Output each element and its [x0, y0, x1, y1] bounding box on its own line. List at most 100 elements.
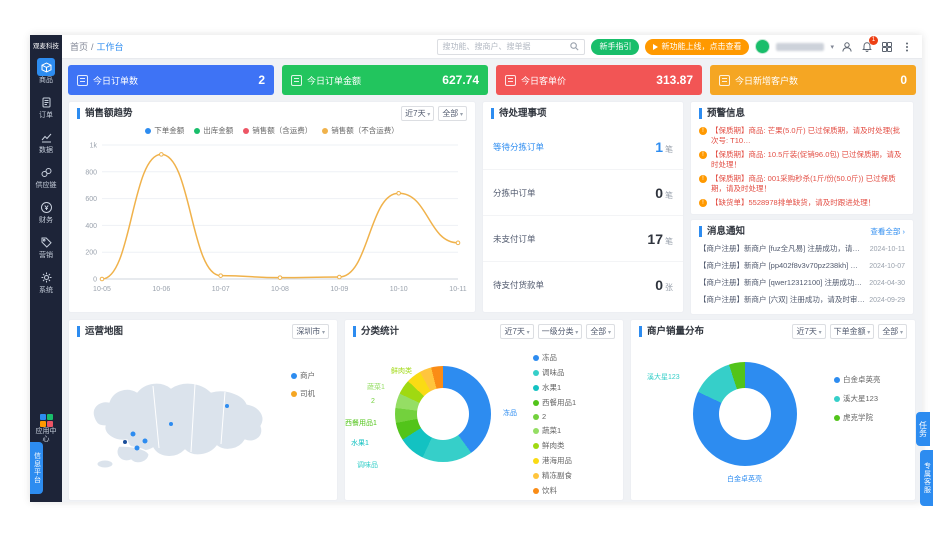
sidebar-item-label: 订单	[33, 112, 59, 120]
legend-item[interactable]: 销售额（含运费）	[243, 125, 312, 136]
breadcrumb-home[interactable]: 首页	[70, 40, 88, 53]
merchant-metric-select[interactable]: 下单金额	[830, 324, 875, 339]
customer-service-tab[interactable]: 专属客服	[920, 450, 933, 506]
trend-range-select[interactable]: 近7天	[401, 106, 434, 121]
kpi-card-new-customers[interactable]: 今日新增客户数 0	[710, 65, 916, 95]
legend-item[interactable]: 2	[533, 412, 576, 421]
apps-icon[interactable]	[880, 40, 894, 54]
avatar[interactable]	[755, 39, 770, 54]
panel-title: 分类统计	[353, 326, 399, 337]
user-icon[interactable]	[840, 40, 854, 54]
legend-item[interactable]: 白金卓英亮	[834, 374, 881, 385]
legend-item[interactable]: 出库金额	[194, 125, 233, 136]
pending-row-sorting[interactable]: 分拣中订单 0笔	[483, 170, 683, 216]
warning-item[interactable]: 【保质期】商品: 001采购秒杀(1斤/份(50.0斤)) 已过保质期，请及时处…	[699, 174, 905, 194]
category-range-select[interactable]: 近7天	[500, 324, 533, 339]
svg-text:10-08: 10-08	[271, 286, 289, 293]
pending-row-sorting-wait[interactable]: 等待分拣订单 1笔	[483, 124, 683, 170]
merchant-scope-select[interactable]: 全部	[878, 324, 907, 339]
sidebar-item-finance[interactable]: 财务	[30, 198, 62, 225]
kpi-icon	[77, 75, 88, 86]
sidebar-item-data[interactable]: 数据	[30, 128, 62, 155]
donut-label: 冻品	[503, 408, 517, 418]
legend-item[interactable]: 鲜肉类	[533, 440, 576, 451]
svg-text:600: 600	[85, 196, 97, 203]
warning-item[interactable]: 【保质期】商品: 10.5斤装(促销96.0包) 已过保质期，请及时处理！	[699, 150, 905, 170]
kpi-label: 今日订单数	[93, 74, 138, 87]
merchant-donut	[693, 362, 797, 466]
legend-item[interactable]: 蔬菜1	[533, 425, 576, 436]
category-scope-select[interactable]: 全部	[586, 324, 615, 339]
kpi-label: 今日订单金额	[307, 74, 361, 87]
chevron-down-icon[interactable]: ▾	[830, 43, 834, 51]
legend-item[interactable]: 商户	[291, 370, 315, 381]
sidebar-item-supply-chain[interactable]: 供应链	[30, 163, 62, 190]
box-icon	[37, 58, 55, 76]
sidebar-item-label: 财务	[33, 217, 59, 225]
kpi-label: 今日新增客户数	[735, 74, 798, 87]
search-icon[interactable]	[569, 41, 580, 52]
legend-item[interactable]: 饮料	[533, 485, 576, 496]
pending-row-unpaid[interactable]: 未支付订单 17笔	[483, 216, 683, 262]
legend-item[interactable]: 精冻副食	[533, 470, 576, 481]
task-float-button[interactable]: 任务	[916, 412, 930, 446]
more-icon[interactable]	[900, 40, 914, 54]
view-all-link[interactable]: 查看全部 ›	[870, 226, 905, 237]
panel-title: 运营地图	[77, 326, 123, 337]
warnings-panel: 预警信息 【保质期】商品: 芒果(5.0斤) 已过保质期，请及时处理(批次号: …	[690, 101, 914, 215]
legend-item[interactable]: 水果1	[533, 382, 576, 393]
message-item[interactable]: 【商户注册】新商户 [pp402f8v3v70pz238kh] 注册成功，请及……	[699, 261, 905, 272]
legend-item[interactable]: 销售额（不含运费）	[322, 125, 399, 136]
legend-item[interactable]: 下单金额	[145, 125, 184, 136]
map-legend: 商户 司机	[291, 370, 315, 399]
breadcrumb-current[interactable]: 工作台	[97, 40, 124, 53]
kpi-value: 627.74	[442, 73, 479, 87]
kpi-card-order-amount[interactable]: 今日订单金额 627.74	[282, 65, 488, 95]
user-name-blurred	[776, 43, 824, 51]
sidebar-item-system[interactable]: 系统	[30, 268, 62, 295]
category-level-select[interactable]: 一级分类	[538, 324, 583, 339]
guide-button[interactable]: 新手指引	[591, 39, 639, 55]
sidebar-item-app-center[interactable]: 应用中心	[33, 414, 59, 444]
donut-label: 水果1	[351, 438, 369, 448]
svg-text:0: 0	[93, 277, 97, 284]
legend-item[interactable]: 调味品	[533, 367, 576, 378]
sidebar-item-products[interactable]: 商品	[30, 58, 62, 85]
kpi-row: 今日订单数 2 今日订单金额 627.74 今日客单价 313.87 今日新增客…	[68, 65, 916, 95]
sales-trend-panel: 销售额趋势 近7天 全部 下单金额 出库金额	[68, 101, 476, 313]
donut-label: 西餐用品1	[345, 418, 377, 428]
map-city-select[interactable]: 深圳市	[292, 324, 329, 339]
warning-item[interactable]: 【保质期】商品: 芒果(5.0斤) 已过保质期，请及时处理(批次号: T10…	[699, 126, 905, 146]
topbar: 首页 / 工作台 新手指引 新功能上线，点击查看 ▾	[62, 35, 922, 59]
pending-row-payment-due[interactable]: 待支付货款单 0张	[483, 262, 683, 308]
legend-item[interactable]: 西餐用品1	[533, 397, 576, 408]
app-center-icon	[40, 414, 53, 427]
bell-icon[interactable]: 1	[860, 40, 874, 54]
kpi-card-avg-order[interactable]: 今日客单价 313.87	[496, 65, 702, 95]
alert-icon	[699, 175, 707, 183]
donut-label: 溪大星123	[647, 372, 680, 382]
search-input[interactable]	[442, 42, 569, 51]
trend-scope-select[interactable]: 全部	[438, 106, 467, 121]
legend-item[interactable]: 虎克学院	[834, 412, 881, 423]
warning-item[interactable]: 【缺货单】5528978排单缺货，请及时跟进处理！	[699, 198, 905, 208]
content: 今日订单数 2 今日订单金额 627.74 今日客单价 313.87 今日新增客…	[62, 59, 922, 502]
promo-button[interactable]: 新功能上线，点击查看	[645, 39, 749, 55]
info-platform-tab[interactable]: 信息平台	[30, 442, 43, 494]
global-search	[437, 39, 585, 55]
legend-item[interactable]: 溪大星123	[834, 393, 881, 404]
sidebar-item-marketing[interactable]: 营销	[30, 233, 62, 260]
message-item[interactable]: 【商户注册】新商户 [qwer12312100] 注册成功，请及时审核。 202…	[699, 278, 905, 289]
sidebar-item-orders[interactable]: 订单	[30, 93, 62, 120]
legend-item[interactable]: 冻品	[533, 352, 576, 363]
legend-item[interactable]: 港海用品	[533, 455, 576, 466]
svg-text:400: 400	[85, 223, 97, 230]
merchant-range-select[interactable]: 近7天	[792, 324, 825, 339]
message-item[interactable]: 【商户注册】新商户 [六双] 注册成功，请及时审核。 2024-09-29	[699, 295, 905, 306]
legend-item[interactable]: 司机	[291, 388, 315, 399]
message-item[interactable]: 【商户注册】新商户 [fuz全凡易] 注册成功，请及时审核。 2024-10-1…	[699, 244, 905, 255]
svg-text:10-11: 10-11	[449, 286, 466, 293]
sidebar-item-label: 营销	[33, 252, 59, 260]
kpi-card-orders[interactable]: 今日订单数 2	[68, 65, 274, 95]
kpi-label: 今日客单价	[521, 74, 566, 87]
